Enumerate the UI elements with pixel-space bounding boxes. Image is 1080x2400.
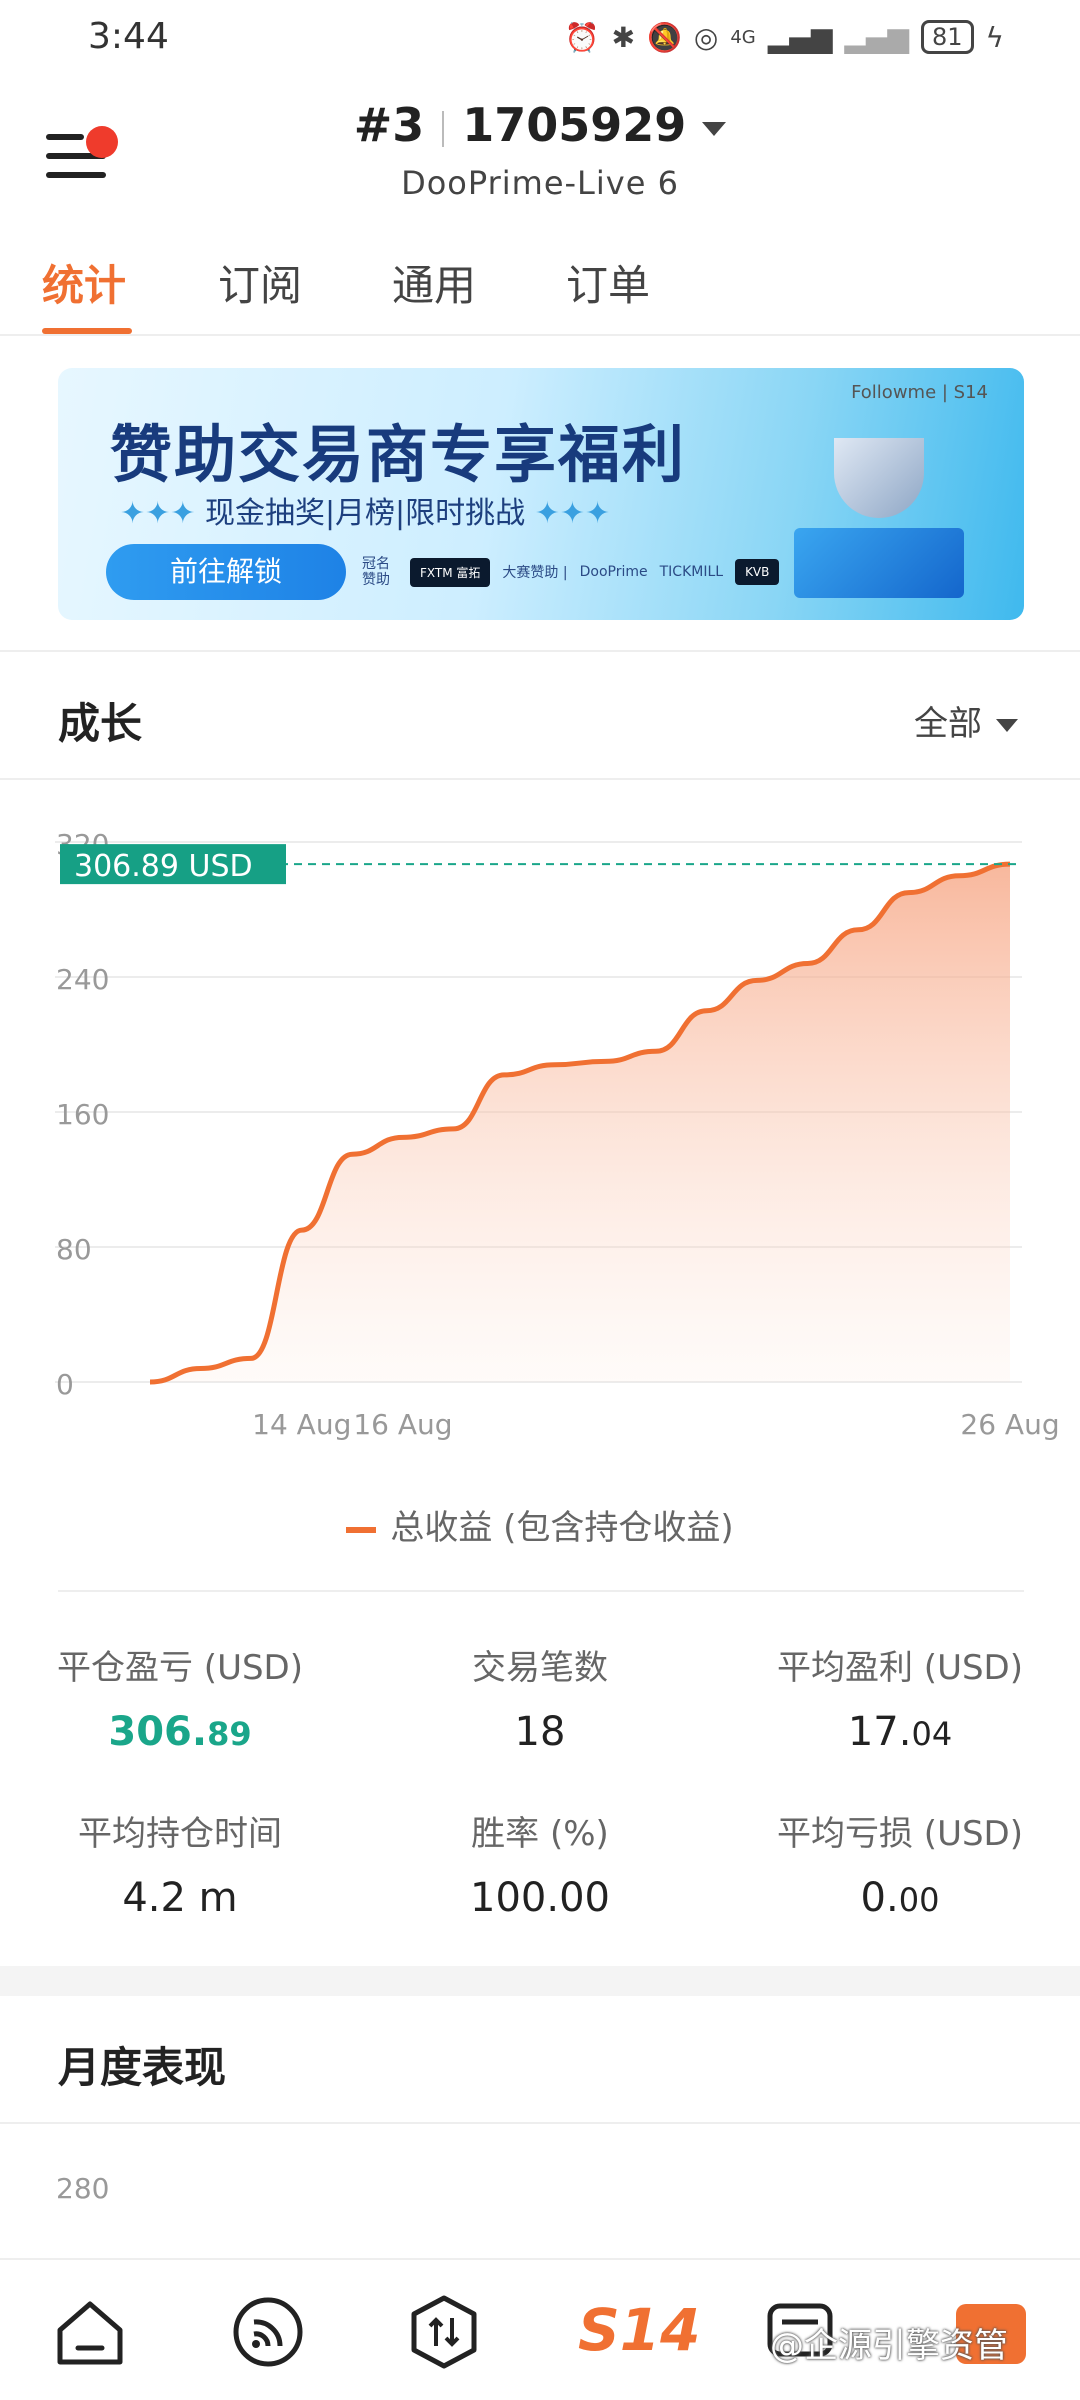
stat-avg-holding-time: 平均持仓时间 4.2 m — [78, 1814, 282, 1921]
growth-chart-svg: 080160240320306.89 USD14 Aug16 Aug26 Aug — [55, 828, 1060, 1441]
feed-icon[interactable] — [228, 2292, 308, 2372]
growth-title: 成长 — [58, 699, 143, 748]
legend-swatch — [346, 1526, 377, 1533]
account-selector[interactable]: #3 1705929 — [0, 98, 1080, 152]
tab-statistics[interactable]: 统计 — [42, 252, 126, 313]
trophy-icon — [784, 428, 964, 598]
stat-win-rate: 胜率 (%) 100.00 — [470, 1814, 610, 1921]
server-name: DooPrime-Live 6 — [401, 164, 679, 202]
account-rank: #3 — [353, 98, 425, 152]
x-tick-label: 16 Aug — [353, 1408, 452, 1441]
trade-icon[interactable] — [404, 2292, 484, 2372]
status-icons: ⏰ ✱ 🔕 ◎ 4G ▂▄▆ ▂▄▆ 81 ϟ — [565, 20, 1004, 54]
status-bar: 3:44 ⏰ ✱ 🔕 ◎ 4G ▂▄▆ ▂▄▆ 81 ϟ — [0, 0, 1080, 80]
signal-icon: ▂▄▆ — [767, 20, 833, 54]
tab-bar: 统计 订阅 通用 订单 — [0, 240, 1080, 336]
divider — [0, 778, 1080, 780]
y-tick-label: 240 — [56, 963, 109, 996]
growth-filter-dropdown[interactable]: 全部 — [914, 696, 1018, 745]
promo-banner[interactable]: Followme | S14 赞助交易商专享福利 ✦✦✦ 现金抽奖|月榜|限时挑… — [58, 368, 1024, 620]
banner-sponsors: 冠名赞助 FXTM 富拓 大赛赞助 | DooPrime TICKMILL KV… — [362, 556, 780, 588]
signal-2-icon: ▂▄▆ — [844, 20, 909, 54]
y-tick-label: 80 — [56, 1233, 92, 1266]
home-icon[interactable] — [50, 2292, 130, 2372]
chart-legend: 总收益 (包含持仓收益) — [0, 1500, 1080, 1549]
header: #3 1705929 DooPrime-Live 6 — [0, 80, 1080, 220]
stat-avg-profit: 平均盈利 (USD) 17.04 — [777, 1648, 1023, 1755]
stat-trade-count: 交易笔数 18 — [472, 1648, 608, 1755]
divider — [0, 2122, 1080, 2124]
sponsor-label: 冠名赞助 — [362, 556, 390, 588]
chevron-down-icon — [996, 719, 1018, 732]
current-value-label: 306.89 USD — [74, 849, 253, 884]
alarm-icon: ⏰ — [564, 20, 600, 54]
tab-general[interactable]: 通用 — [392, 252, 476, 313]
watermark: @企源引擎资管 — [770, 2326, 1008, 2366]
banner-subtitle: ✦✦✦ 现金抽奖|月榜|限时挑战 ✦✦✦ — [120, 496, 611, 531]
x-tick-label: 14 Aug — [252, 1408, 351, 1441]
section-gap — [0, 1966, 1080, 1996]
monthly-title: 月度表现 — [58, 2043, 227, 2092]
growth-chart: 080160240320306.89 USD14 Aug16 Aug26 Aug — [0, 800, 1080, 1460]
chevron-down-icon — [702, 121, 727, 136]
unlock-button[interactable]: 前往解锁 — [106, 544, 346, 600]
account-id: 1705929 — [462, 98, 687, 152]
network-label: 4G — [730, 26, 756, 48]
tab-subscribe[interactable]: 订阅 — [218, 252, 302, 313]
y-tick-label: 0 — [56, 1368, 74, 1401]
banner-brand: Followme | S14 — [851, 382, 988, 403]
banner-title: 赞助交易商专享福利 — [110, 418, 687, 491]
sponsor-dooprime: DooPrime — [579, 564, 648, 580]
s14-icon[interactable]: S14 — [578, 2296, 701, 2364]
divider — [0, 650, 1080, 652]
sponsor-event: 大赛赞助 | — [502, 565, 568, 581]
sponsor-kvb: KVB — [735, 559, 780, 585]
tab-orders[interactable]: 订单 — [566, 252, 650, 313]
divider — [58, 1590, 1024, 1592]
active-tab-indicator — [42, 328, 132, 334]
legend-label: 总收益 (包含持仓收益) — [390, 1508, 734, 1548]
stat-avg-loss: 平均亏损 (USD) 0.00 — [777, 1814, 1023, 1921]
status-time: 3:44 — [88, 16, 169, 57]
mute-icon: 🔕 — [647, 20, 682, 54]
bluetooth-icon: ✱ — [611, 20, 636, 54]
hotspot-icon: ◎ — [693, 20, 719, 54]
monthly-axis-tick: 280 — [56, 2172, 110, 2205]
y-tick-label: 160 — [56, 1098, 109, 1131]
growth-area — [150, 864, 1010, 1382]
x-tick-label: 26 Aug — [960, 1408, 1059, 1441]
stat-closed-pnl: 平仓盈亏 (USD) 306.89 — [57, 1648, 303, 1755]
battery-icon: 81 — [920, 20, 974, 54]
sponsor-fxtm: FXTM 富拓 — [410, 557, 491, 587]
sponsor-tickmill: TICKMILL — [659, 564, 724, 580]
charging-icon: ϟ — [985, 20, 1004, 54]
